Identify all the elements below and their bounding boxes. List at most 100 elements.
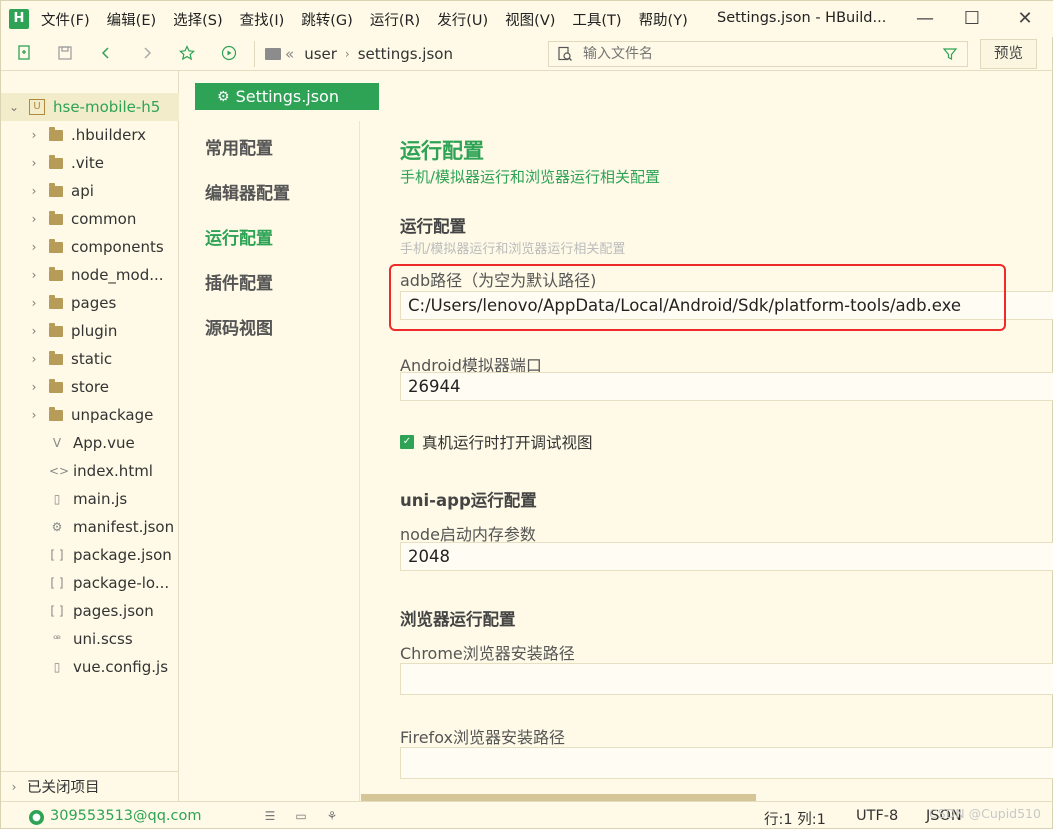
tree-file[interactable]: ▯ vue.config.js: [1, 653, 179, 681]
folder-icon: [49, 238, 63, 253]
maximize-button[interactable]: ☐: [960, 7, 984, 31]
menu-tools[interactable]: 工具(T): [572, 9, 621, 30]
tree-folder-label: common: [71, 210, 137, 228]
menu-bar: 文件(F) 编辑(E) 选择(S) 查找(I) 跳转(G) 运行(R) 发行(U…: [41, 1, 705, 37]
folder-icon: [49, 154, 63, 169]
star-icon[interactable]: [178, 44, 196, 62]
tree-folder[interactable]: › .hbuilderx: [1, 121, 179, 149]
chevron-right-icon[interactable]: ›: [29, 156, 39, 170]
firefox-path-input[interactable]: [400, 747, 1053, 779]
closed-projects[interactable]: › 已关闭项目: [1, 771, 179, 801]
chevron-right-icon[interactable]: ›: [29, 296, 39, 310]
tree-file-label: pages.json: [73, 602, 154, 620]
chevron-right-icon[interactable]: ›: [29, 128, 39, 142]
tree-file[interactable]: [ ] package-lo...: [1, 569, 179, 597]
menu-goto[interactable]: 跳转(G): [301, 9, 353, 30]
tree-file[interactable]: ⚙ manifest.json: [1, 513, 179, 541]
folder-icon: [49, 378, 63, 393]
chevron-right-icon[interactable]: ›: [9, 780, 19, 794]
tree-file[interactable]: V App.vue: [1, 429, 179, 457]
file-search-box: [548, 41, 968, 67]
account-label[interactable]: 309553513@qq.com: [50, 808, 202, 824]
tree-folder[interactable]: › common: [1, 205, 179, 233]
forward-icon[interactable]: [138, 44, 156, 62]
folder-icon: [49, 350, 63, 365]
breadcrumb-file[interactable]: settings.json: [358, 45, 453, 63]
menu-view[interactable]: 视图(V): [505, 9, 555, 30]
tree-folder[interactable]: › components: [1, 233, 179, 261]
file-search-input[interactable]: [583, 46, 923, 62]
filter-icon[interactable]: [942, 46, 958, 66]
menu-edit[interactable]: 编辑(E): [107, 9, 156, 30]
chevron-right-icon[interactable]: ›: [29, 408, 39, 422]
chevron-right-icon[interactable]: ›: [29, 324, 39, 338]
chevron-right-icon[interactable]: ›: [29, 240, 39, 254]
tree-folder-label: store: [71, 378, 109, 396]
list-icon[interactable]: ☰: [262, 809, 278, 825]
terminal-icon[interactable]: ▭: [293, 809, 309, 825]
nav-source-view[interactable]: 源码视图: [205, 314, 273, 339]
gear-icon: ⚙: [217, 88, 230, 105]
preview-button[interactable]: 预览: [980, 39, 1037, 69]
encoding[interactable]: UTF-8: [856, 808, 898, 824]
json-file-icon: [ ]: [50, 548, 64, 562]
chrome-path-input[interactable]: [400, 663, 1053, 695]
window-title: Settings.json - HBuild...: [717, 10, 887, 26]
menu-run[interactable]: 运行(R): [370, 9, 420, 30]
run-icon[interactable]: [220, 44, 238, 62]
nav-general[interactable]: 常用配置: [205, 134, 273, 159]
chrome-path-label: Chrome浏览器安装路径: [400, 644, 575, 663]
tree-folder[interactable]: › plugin: [1, 317, 179, 345]
tree-folder[interactable]: › node_mod...: [1, 261, 179, 289]
checkbox-checked-icon[interactable]: ✓: [400, 435, 414, 449]
scss-file-icon: ꟹ: [53, 632, 61, 646]
tree-file[interactable]: ▯ main.js: [1, 485, 179, 513]
tree-folder[interactable]: › static: [1, 345, 179, 373]
node-memory-input[interactable]: 2048: [400, 542, 1053, 571]
emulator-port-input[interactable]: 26944: [400, 372, 1053, 401]
chevron-right-icon[interactable]: ›: [29, 268, 39, 282]
tree-folder[interactable]: › store: [1, 373, 179, 401]
manifest-file-icon: ⚙: [51, 520, 63, 534]
menu-file[interactable]: 文件(F): [41, 9, 90, 30]
close-button[interactable]: ✕: [1013, 7, 1037, 31]
folder-icon: [49, 322, 63, 337]
menu-select[interactable]: 选择(S): [173, 9, 223, 30]
breadcrumb-user[interactable]: user: [304, 45, 337, 63]
tree-file[interactable]: ꟹ uni.scss: [1, 625, 179, 653]
menu-publish[interactable]: 发行(U): [437, 9, 488, 30]
nav-editor[interactable]: 编辑器配置: [205, 179, 290, 204]
chevron-right-icon[interactable]: ›: [29, 184, 39, 198]
save-icon[interactable]: [56, 44, 74, 62]
menu-find[interactable]: 查找(I): [240, 9, 285, 30]
tree-root-label: hse-mobile-h5: [53, 98, 161, 116]
breadcrumb-collapse-icon[interactable]: «: [285, 45, 294, 63]
tree-folder[interactable]: › pages: [1, 289, 179, 317]
tree-file[interactable]: <> index.html: [1, 457, 179, 485]
tree-file[interactable]: [ ] package.json: [1, 541, 179, 569]
tree-file-label: manifest.json: [73, 518, 175, 536]
nav-plugins[interactable]: 插件配置: [205, 269, 273, 294]
html-file-icon: <>: [49, 464, 70, 478]
adb-path-input[interactable]: C:/Users/lenovo/AppData/Local/Android/Sd…: [400, 291, 1053, 320]
tree-folder[interactable]: › api: [1, 177, 179, 205]
debug-view-option[interactable]: ✓ 真机运行时打开调试视图: [400, 431, 593, 453]
new-file-icon[interactable]: [16, 44, 34, 62]
chevron-right-icon[interactable]: ›: [29, 212, 39, 226]
plugin-icon[interactable]: ⚘: [324, 809, 340, 825]
tab-settings-json[interactable]: ⚙ Settings.json: [195, 83, 379, 110]
chevron-down-icon[interactable]: ⌄: [9, 100, 19, 114]
tree-root-project[interactable]: ⌄ U hse-mobile-h5: [1, 93, 179, 121]
menu-help[interactable]: 帮助(Y): [639, 9, 688, 30]
horizontal-scrollbar[interactable]: [361, 794, 756, 801]
chevron-right-icon[interactable]: ›: [29, 352, 39, 366]
nav-run[interactable]: 运行配置: [205, 224, 273, 249]
tree-folder[interactable]: › unpackage: [1, 401, 179, 429]
tree-folder[interactable]: › .vite: [1, 149, 179, 177]
settings-content: 运行配置 手机/模拟器运行和浏览器运行相关配置 运行配置 手机/模拟器运行和浏览…: [361, 121, 1053, 801]
minimize-button[interactable]: —: [913, 7, 937, 31]
tree-file[interactable]: [ ] pages.json: [1, 597, 179, 625]
chevron-right-icon[interactable]: ›: [29, 380, 39, 394]
uni-app-project-icon: U: [29, 99, 45, 115]
back-icon[interactable]: [97, 44, 115, 62]
